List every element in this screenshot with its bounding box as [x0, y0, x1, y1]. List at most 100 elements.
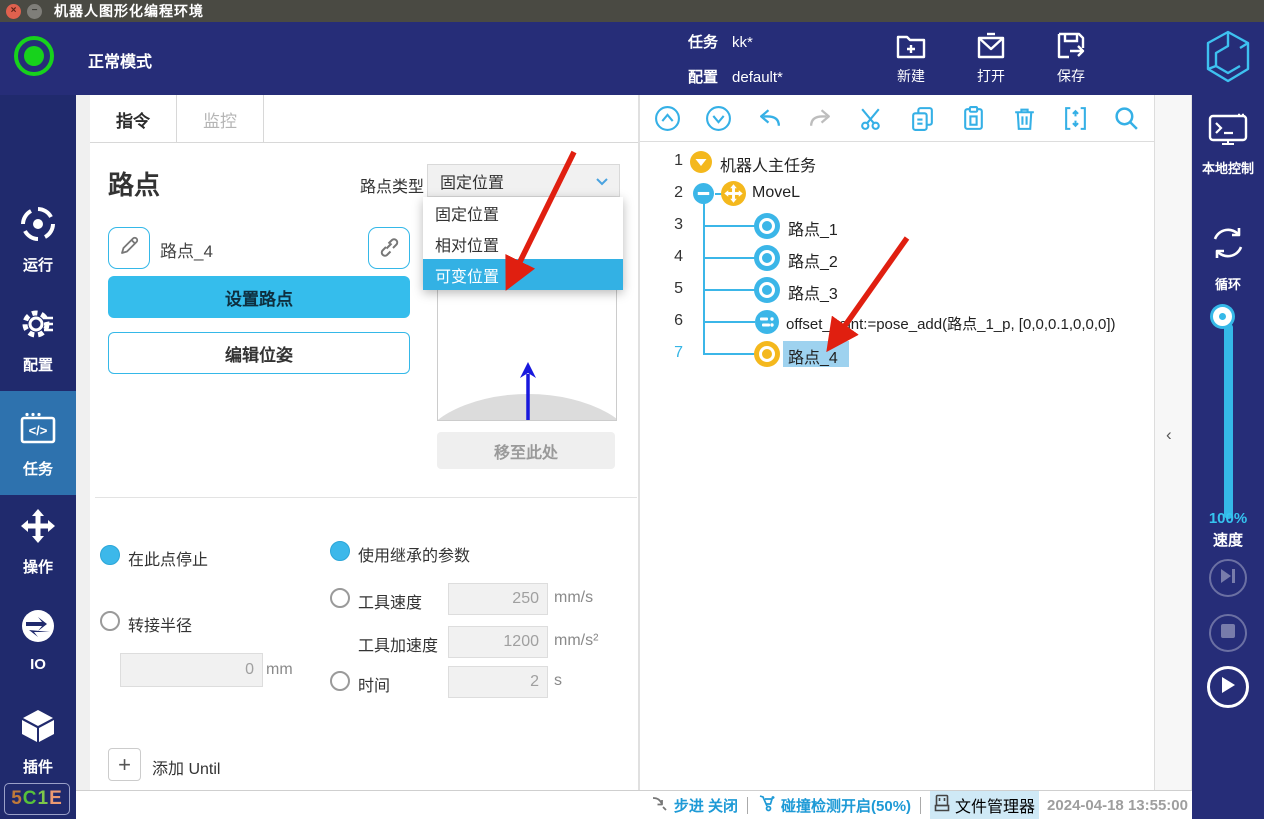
collapse-panel-chevron[interactable]: ‹: [1166, 425, 1172, 445]
left-sidebar: 运行 配置 </> 任务 操作 IO: [0, 95, 76, 819]
right-sidebar: 本地控制 循环 100% 速度: [1192, 95, 1264, 819]
dropdown-option-variable[interactable]: 可变位置: [423, 259, 623, 290]
time-input[interactable]: 2: [448, 666, 548, 698]
waypoint-icon[interactable]: [754, 213, 780, 244]
edit-pose-label: 编辑位姿: [225, 341, 293, 366]
new-task-button[interactable]: 新建: [871, 28, 951, 86]
close-icon[interactable]: ×: [6, 4, 21, 19]
line-number: 1: [655, 152, 683, 170]
sidebar-item-plugin[interactable]: 插件: [0, 707, 76, 777]
inherit-params-radio[interactable]: [330, 541, 350, 561]
paste-icon[interactable]: [960, 105, 987, 132]
undo-icon[interactable]: [756, 105, 783, 132]
blend-radius-radio[interactable]: [100, 611, 120, 631]
edit-pose-button[interactable]: 编辑位姿: [108, 332, 410, 374]
search-icon[interactable]: [1113, 105, 1140, 132]
option-label: 可变位置: [435, 263, 499, 287]
open-task-button[interactable]: 打开: [951, 28, 1031, 86]
tab-monitor[interactable]: 监控: [177, 95, 264, 143]
open-label: 打开: [951, 66, 1031, 86]
dropdown-option-relative[interactable]: 相对位置: [423, 228, 623, 259]
sidebar-item-config[interactable]: 配置: [0, 305, 76, 375]
cut-icon[interactable]: [858, 105, 885, 132]
svg-text:</>: </>: [29, 423, 48, 438]
waypoint-icon-selected[interactable]: [754, 341, 780, 372]
collision-status[interactable]: 碰撞检测开启(50%): [757, 794, 911, 816]
tree-node-label[interactable]: 路点_3: [788, 280, 838, 304]
move-bottom-icon[interactable]: [705, 105, 732, 132]
sidebar-item-operate[interactable]: 操作: [0, 507, 76, 577]
line-number: 2: [655, 184, 683, 202]
waypoint-type-label: 路点类型: [360, 173, 424, 197]
time-radio[interactable]: [330, 671, 350, 691]
waypoint-icon[interactable]: [754, 245, 780, 276]
tool-accel-unit: mm/s²: [554, 632, 598, 650]
app-window: × − 机器人图形化编程环境 正常模式 任务kk* 配置default* 新建 …: [0, 0, 1264, 819]
movel-icon[interactable]: [721, 181, 746, 211]
tree-node-label[interactable]: 机器人主任务: [720, 152, 816, 176]
local-control-button[interactable]: 本地控制: [1192, 113, 1264, 177]
speed-slider-knob[interactable]: [1213, 307, 1232, 326]
tool-accel-input[interactable]: 1200: [448, 626, 548, 658]
tree-node-label[interactable]: MoveL: [752, 184, 800, 202]
tool-speed-input[interactable]: 250: [448, 583, 548, 615]
sidebar-item-label: 操作: [23, 556, 53, 577]
tree-connector: [703, 225, 755, 227]
rename-waypoint-button[interactable]: [108, 227, 150, 269]
config-key: 配置: [688, 69, 718, 86]
link-variable-button[interactable]: [368, 227, 410, 269]
config-gear-icon: [19, 305, 57, 348]
title-bar: × − 机器人图形化编程环境: [0, 0, 1264, 22]
step-mode-status[interactable]: 步进 关闭: [651, 794, 738, 816]
tree-node-label[interactable]: offset_point:=pose_add(路点_1_p, [0,0,0.1,…: [786, 313, 1116, 334]
sidebar-item-run[interactable]: 运行: [0, 205, 76, 275]
local-control-label: 本地控制: [1202, 158, 1254, 177]
copy-icon[interactable]: [909, 105, 936, 132]
insert-icon[interactable]: [1062, 105, 1089, 132]
save-task-button[interactable]: 保存: [1031, 28, 1111, 86]
collapse-node-icon[interactable]: [693, 183, 714, 209]
tool-speed-radio[interactable]: [330, 588, 350, 608]
blend-radius-input[interactable]: 0: [120, 653, 263, 687]
sidebar-item-label: IO: [30, 656, 46, 673]
task-value: kk*: [732, 34, 753, 51]
sidebar-item-label: 任务: [23, 458, 53, 479]
tab-instruction[interactable]: 指令: [90, 95, 177, 143]
save-icon: [1031, 28, 1111, 64]
minimize-icon[interactable]: −: [27, 4, 42, 19]
dropdown-option-fixed[interactable]: 固定位置: [423, 197, 623, 228]
stop-button[interactable]: [1209, 614, 1247, 652]
waypoint-type-select[interactable]: 固定位置: [427, 164, 620, 197]
blend-radius-unit: mm: [266, 661, 293, 679]
sidebar-item-io[interactable]: IO: [0, 607, 76, 673]
redo-icon[interactable]: [807, 105, 834, 132]
sidebar-item-label: 运行: [23, 254, 53, 275]
tree-node-label[interactable]: 路点_4: [788, 344, 838, 368]
file-manager-button[interactable]: 文件管理器: [930, 791, 1039, 819]
stop-icon: [1221, 624, 1235, 643]
move-here-button[interactable]: 移至此处: [437, 432, 615, 469]
instruction-panel: 指令 监控 路点 路点类型 固定位置 移至此处 路点_4: [90, 95, 638, 790]
play-button[interactable]: [1207, 666, 1249, 708]
step-forward-button[interactable]: [1209, 559, 1247, 597]
assignment-icon[interactable]: [755, 310, 779, 339]
set-waypoint-button[interactable]: 设置路点: [108, 276, 410, 318]
stop-here-radio[interactable]: [100, 545, 120, 565]
speed-slider[interactable]: [1224, 323, 1233, 519]
stop-here-label: 在此点停止: [128, 546, 208, 570]
step-mode-label: 步进 关闭: [674, 795, 738, 816]
waypoint-icon[interactable]: [754, 277, 780, 308]
page-title: 路点: [108, 165, 160, 202]
tree-node-label[interactable]: 路点_2: [788, 248, 838, 272]
time-value: 2: [530, 673, 539, 691]
tree-node-label[interactable]: 路点_1: [788, 216, 838, 240]
move-top-icon[interactable]: [654, 105, 681, 132]
add-until-button[interactable]: +: [108, 748, 141, 781]
tab-label: 指令: [116, 107, 150, 132]
loop-button[interactable]: 循环: [1192, 223, 1264, 293]
status-timestamp: 2024-04-18 13:55:00: [1047, 797, 1188, 814]
task-root-icon[interactable]: [690, 151, 712, 178]
sidebar-item-task[interactable]: </> 任务: [0, 391, 76, 495]
file-manager-label: 文件管理器: [955, 793, 1035, 817]
delete-icon[interactable]: [1011, 105, 1038, 132]
